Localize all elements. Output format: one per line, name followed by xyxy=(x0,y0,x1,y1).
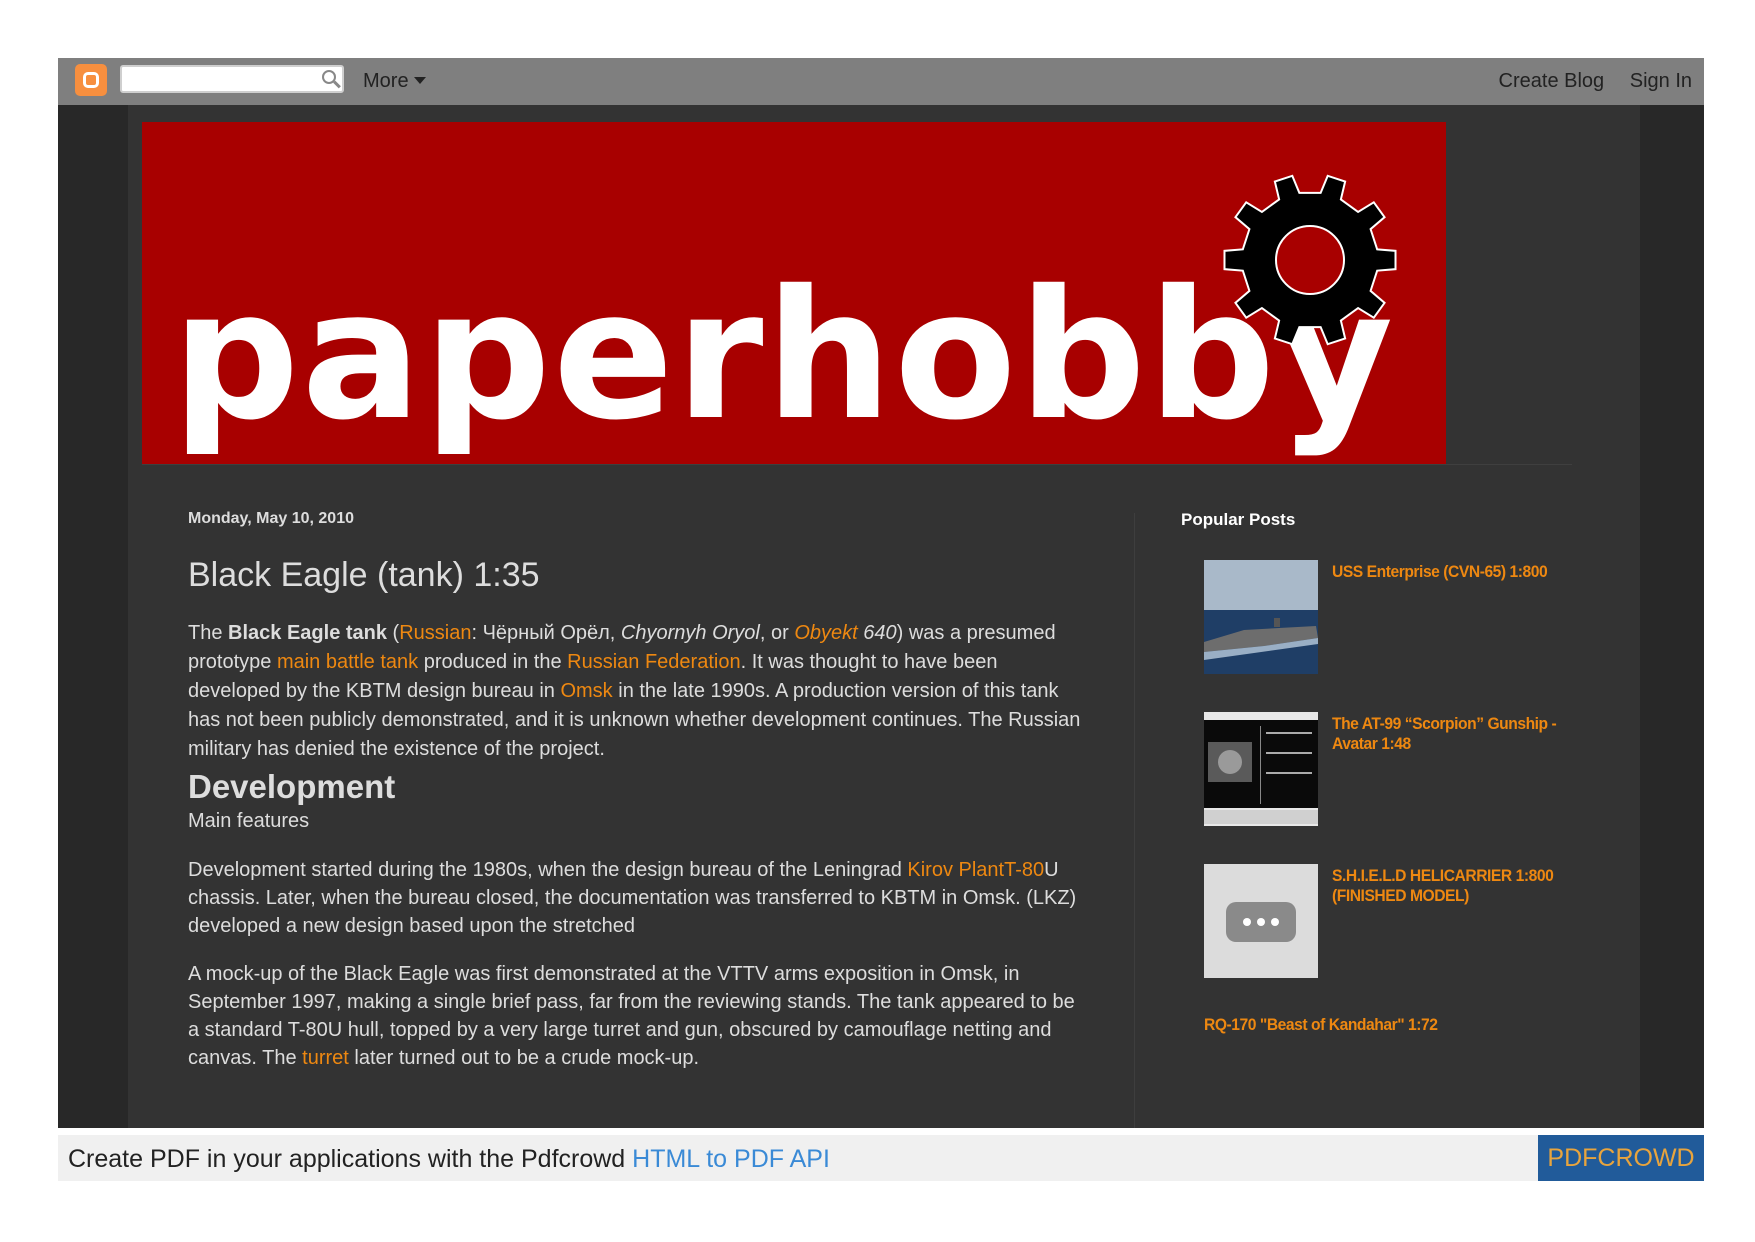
link-obyekt[interactable]: Obyekt xyxy=(794,622,857,644)
italic-text: 640 xyxy=(857,622,897,644)
popular-post-link[interactable]: The AT-99 “Scorpion” Gunship - Avatar 1:… xyxy=(1332,714,1571,754)
popular-post-link[interactable]: S.H.I.E.L.D HELICARRIER 1:800 (FINISHED … xyxy=(1332,866,1571,906)
post-paragraph-2: Development started during the 1980s, wh… xyxy=(188,856,1088,940)
pdfcrowd-badge[interactable]: PDFCROWD xyxy=(1538,1135,1704,1181)
link-kirov-plant[interactable]: Kirov PlantT-80 xyxy=(907,859,1044,881)
text: Development started during the 1980s, wh… xyxy=(188,859,908,882)
post-thumbnail-scorpion[interactable] xyxy=(1204,712,1318,826)
popular-post-link[interactable]: USS Enterprise (CVN-65) 1:800 xyxy=(1332,562,1571,582)
search-icon[interactable] xyxy=(322,70,336,84)
gear-icon xyxy=(1223,174,1397,346)
link-main-battle-tank[interactable]: main battle tank xyxy=(277,651,418,673)
post-thumbnail-carrier[interactable] xyxy=(1204,560,1318,674)
create-blog-link[interactable]: Create Blog xyxy=(1499,70,1605,92)
post-thumbnail-placeholder[interactable] xyxy=(1204,864,1318,978)
banner-divider xyxy=(142,464,1572,465)
post-paragraph-3: A mock-up of the Black Eagle was first d… xyxy=(188,960,1088,1072)
post-date: Monday, May 10, 2010 xyxy=(188,510,354,527)
link-russian[interactable]: Russian xyxy=(399,622,471,644)
text: , or xyxy=(759,622,795,644)
text: later turned out to be a crude mock-up. xyxy=(348,1047,700,1070)
search-input[interactable] xyxy=(120,65,344,93)
more-label: More xyxy=(363,70,409,92)
main-features-label: Main features xyxy=(188,810,310,833)
text: : Чёрный Орёл, xyxy=(471,622,621,644)
pdfcrowd-footer: Create PDF in your applications with the… xyxy=(58,1135,1704,1181)
popular-posts-title: Popular Posts xyxy=(1181,510,1296,529)
popular-posts-widget: Popular Posts USS Enterprise (CVN-65) 1:… xyxy=(1181,510,1601,1034)
navbar-right: Create Blog Sign In xyxy=(1479,70,1692,93)
caret-down-icon xyxy=(413,77,426,84)
html-to-pdf-api-link[interactable]: HTML to PDF API xyxy=(632,1145,830,1173)
blogger-logo-icon[interactable] xyxy=(75,64,107,96)
post-title[interactable]: Black Eagle (tank) 1:35 xyxy=(188,556,1088,595)
text: ( xyxy=(387,622,400,644)
link-turret[interactable]: turret xyxy=(302,1047,349,1069)
header-banner[interactable]: paperhobby xyxy=(142,122,1446,464)
footer-message: Create PDF in your applications with the… xyxy=(68,1145,633,1173)
italic-link-text: Obyekt xyxy=(794,622,858,644)
text: produced in the xyxy=(418,651,568,673)
link-russian-federation[interactable]: Russian Federation xyxy=(567,651,740,673)
link-omsk[interactable]: Omsk xyxy=(560,680,612,702)
column-divider xyxy=(1134,513,1135,1128)
footer-text: Create PDF in your applications with the… xyxy=(68,1145,830,1174)
more-menu-button[interactable]: More xyxy=(363,70,426,93)
popular-post-link[interactable]: RQ-170 "Beast of Kandahar" 1:72 xyxy=(1204,1015,1438,1035)
post-main: Monday, May 10, 2010 Black Eagle (tank) … xyxy=(188,510,1088,1072)
bold-text: Black Eagle tank xyxy=(228,622,387,644)
carrier-image-icon xyxy=(1204,560,1318,674)
more-dots-icon xyxy=(1204,864,1318,978)
sign-in-link[interactable]: Sign In xyxy=(1630,70,1692,92)
development-heading: Development xyxy=(188,768,396,805)
italic-text: Chyornyh Oryol xyxy=(620,622,760,644)
post-body: The Black Eagle tank (Russian: Чёрный Ор… xyxy=(188,619,1088,1072)
post-paragraph-1: The Black Eagle tank (Russian: Чёрный Ор… xyxy=(188,619,1088,764)
blogger-navbar: More Create Blog Sign In xyxy=(58,58,1704,105)
text: The xyxy=(188,622,229,644)
screenshot-image-icon xyxy=(1204,712,1318,826)
